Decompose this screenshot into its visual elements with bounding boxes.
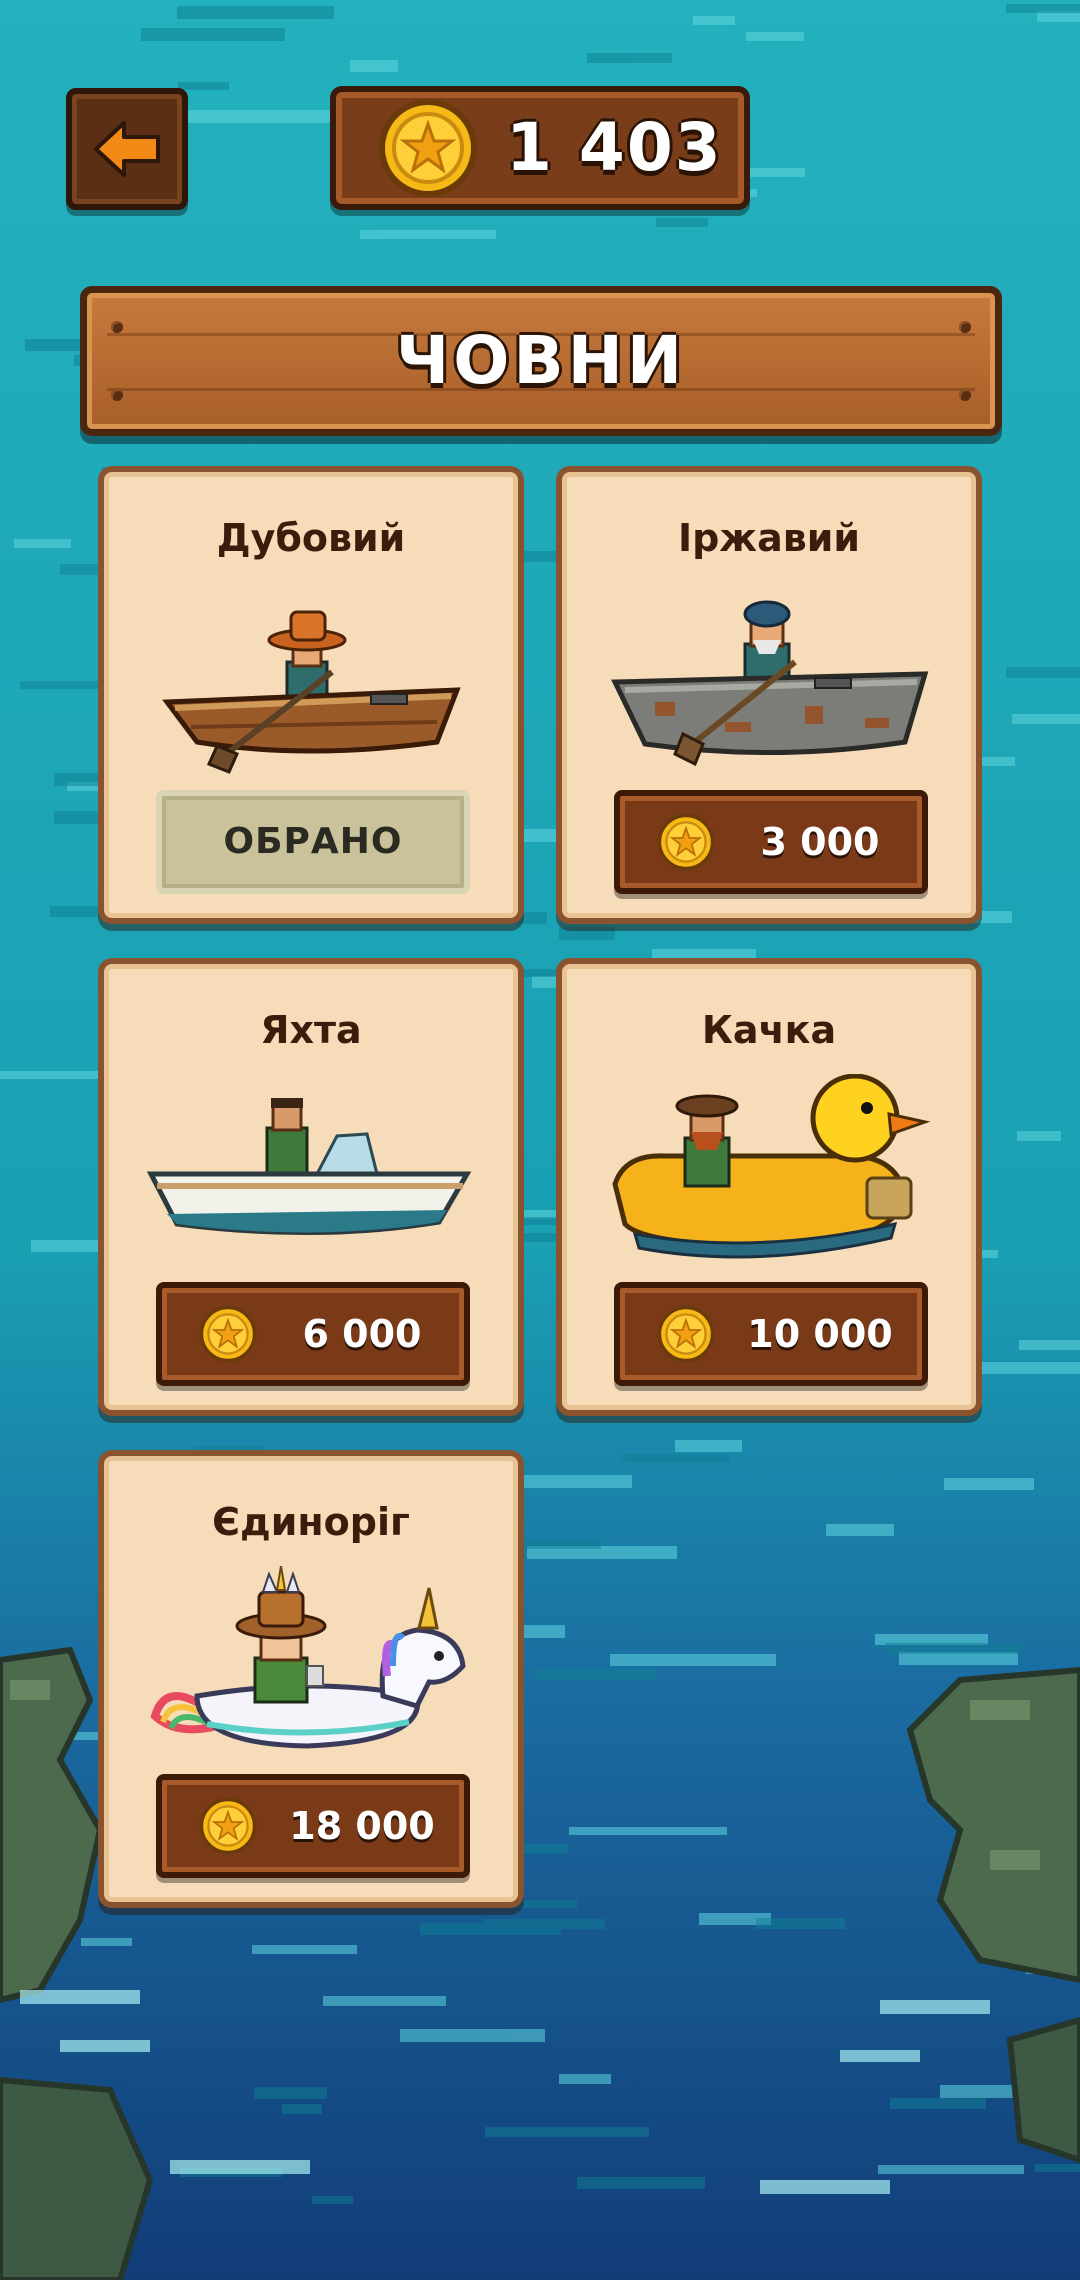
- water-ripple: [621, 1454, 729, 1462]
- boat-card-rusty[interactable]: Іржавий 3 000: [556, 466, 982, 924]
- buy-button[interactable]: 10 000: [614, 1282, 928, 1386]
- water-ripple: [675, 1440, 742, 1452]
- water-ripple: [141, 28, 285, 41]
- water-ripple: [587, 53, 672, 63]
- water-ripple: [400, 2029, 545, 2042]
- gold-coin-icon: [199, 1797, 257, 1855]
- boat-name: Дубовий: [216, 516, 406, 560]
- water-ripple: [756, 1918, 845, 1929]
- page-title: ЧОВНИ: [395, 322, 687, 399]
- water-ripple: [312, 2196, 353, 2204]
- price-value: 10 000: [747, 1312, 893, 1356]
- coin-balance-value: 1 403: [506, 109, 723, 186]
- water-ripple: [559, 927, 615, 940]
- water-ripple: [323, 1996, 446, 2006]
- selected-badge: ОБРАНО: [156, 790, 470, 894]
- buy-button[interactable]: 6 000: [156, 1282, 470, 1386]
- boat-name: Єдиноріг: [212, 1500, 410, 1544]
- coin-balance-panel: 1 403: [330, 86, 750, 210]
- water-ripple: [610, 1654, 776, 1666]
- boat-card-oak[interactable]: Дубовий ОБРАНО: [98, 466, 524, 924]
- water-ripple: [1012, 714, 1080, 724]
- unicorn-float-icon: [150, 1566, 466, 1749]
- gold-coin-icon: [199, 1305, 257, 1363]
- water-ripple: [890, 2098, 986, 2109]
- water-ripple: [282, 2104, 322, 2114]
- boat-name: Качка: [701, 1008, 837, 1052]
- boat-name: Яхта: [260, 1008, 362, 1052]
- water-ripple: [485, 2127, 649, 2137]
- water-ripple: [656, 218, 708, 227]
- water-ripple: [975, 1362, 1080, 1374]
- water-ripple: [826, 1524, 894, 1536]
- gold-coin-icon: [657, 813, 715, 871]
- water-ripple: [746, 32, 804, 41]
- water-ripple: [693, 16, 735, 25]
- water-ripple: [559, 2074, 611, 2084]
- water-ripple: [360, 230, 496, 239]
- price-value: 18 000: [289, 1804, 435, 1848]
- price-value: 6 000: [302, 1312, 422, 1356]
- water-ripple: [878, 2165, 1024, 2174]
- boat-name: Іржавий: [677, 516, 861, 560]
- gold-coin-icon: [379, 99, 477, 197]
- water-ripple: [81, 1938, 132, 1946]
- water-ripple: [350, 60, 398, 72]
- water-ripple: [885, 1643, 1021, 1654]
- boat-card-duck[interactable]: Качка 10 000: [556, 958, 982, 1416]
- duck-float-icon: [612, 1074, 931, 1259]
- water-ripple: [177, 6, 334, 19]
- wooden-rowboat-icon: [162, 610, 461, 774]
- water-ripple: [252, 1945, 357, 1954]
- water-ripple: [1035, 2164, 1080, 2172]
- buy-button[interactable]: 3 000: [614, 790, 928, 894]
- title-plank: ЧОВНИ: [80, 286, 1002, 436]
- water-ripple: [1006, 4, 1080, 13]
- water-ripple: [0, 1071, 104, 1079]
- rusty-boat-icon: [611, 600, 929, 767]
- water-ripple: [577, 2177, 705, 2189]
- water-ripple: [178, 82, 229, 90]
- water-ripple: [14, 539, 71, 548]
- back-button[interactable]: [66, 88, 188, 210]
- water-ripple: [944, 1478, 1034, 1490]
- price-value: 3 000: [760, 820, 880, 864]
- water-ripple: [1019, 1340, 1080, 1350]
- boat-card-unicorn[interactable]: Єдиноріг 18 000: [98, 1450, 524, 1908]
- water-ripple: [535, 1668, 656, 1680]
- boat-card-yacht[interactable]: Яхта 6 000: [98, 958, 524, 1416]
- gold-coin-icon: [657, 1305, 715, 1363]
- arrow-left-icon: [94, 121, 160, 177]
- water-ripple: [569, 1827, 727, 1835]
- water-ripple: [1006, 667, 1080, 678]
- water-ripple: [420, 1923, 561, 1935]
- buy-button[interactable]: 18 000: [156, 1774, 470, 1878]
- water-ripple: [1017, 1131, 1061, 1141]
- water-ripple: [254, 2087, 327, 2099]
- motor-yacht-icon: [147, 1098, 472, 1236]
